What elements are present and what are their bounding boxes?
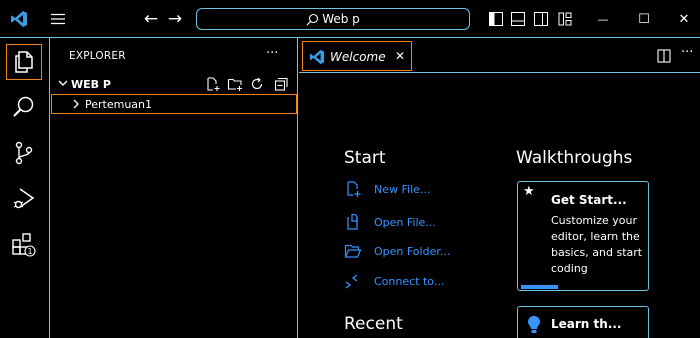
extensions-badge: 1: [27, 247, 32, 256]
run-debug-icon: [13, 188, 35, 209]
activity-run-debug-button[interactable]: [6, 181, 42, 217]
tab-label: Welcome: [330, 50, 386, 64]
explorer-sidebar: EXPLORER ··· WEB P Pertemuan1: [51, 38, 298, 338]
sidebar-more-actions[interactable]: ···: [266, 46, 278, 61]
new-folder-icon[interactable]: [227, 76, 243, 92]
open-file-link[interactable]: Open File...: [344, 211, 436, 233]
new-file-icon[interactable]: [205, 76, 221, 92]
command-center-text: Web p: [322, 12, 360, 26]
new-file-link-text: New File...: [374, 182, 431, 196]
walkthrough-progress-bar: [521, 285, 645, 289]
tab-welcome[interactable]: Welcome ✕: [302, 41, 412, 71]
connect-to-link[interactable]: Connect to...: [344, 270, 444, 292]
star-icon: ★: [523, 184, 535, 199]
maximize-window-icon[interactable]: ☐: [636, 0, 652, 38]
title-bar: ← → Web p — ☐ ✕: [0, 0, 700, 38]
vscode-logo-icon: [10, 0, 28, 38]
new-file-icon: [344, 179, 374, 199]
walkthrough-card-get-started[interactable]: ★ Get Start... Customize your editor, le…: [517, 181, 649, 291]
refresh-icon[interactable]: [249, 76, 265, 92]
open-file-link-text: Open File...: [374, 215, 436, 229]
walkthroughs-heading: Walkthroughs: [516, 148, 633, 168]
command-center-search[interactable]: Web p: [196, 8, 470, 30]
activity-source-control-button[interactable]: [6, 135, 42, 171]
activity-bar: 1: [0, 38, 50, 338]
hamburger-menu-icon[interactable]: [46, 0, 70, 38]
new-file-link[interactable]: New File...: [344, 178, 430, 200]
toggle-panel-icon[interactable]: [510, 11, 526, 27]
sidebar-title: EXPLORER: [69, 50, 126, 62]
walkthrough-title: Learn th...: [551, 317, 622, 331]
walkthrough-title: Get Start...: [551, 193, 627, 207]
activity-search-button[interactable]: [6, 89, 42, 125]
minimize-window-icon[interactable]: —: [595, 0, 611, 38]
activity-explorer-button[interactable]: [6, 44, 42, 80]
folder-header[interactable]: WEB P: [51, 74, 297, 94]
walkthrough-card-learn[interactable]: Learn th...: [517, 306, 649, 338]
welcome-page: Start New File... Open File... Open Fold…: [299, 74, 700, 338]
chevron-down-icon: [58, 80, 68, 86]
source-control-icon: [15, 141, 33, 165]
files-icon: [15, 51, 33, 73]
open-folder-link[interactable]: Open Folder...: [344, 240, 450, 262]
connect-to-link-text: Connect to...: [374, 274, 445, 288]
folder-name: WEB P: [71, 78, 111, 91]
remote-icon: [344, 271, 374, 291]
walkthrough-progress-fill: [521, 285, 559, 289]
start-heading: Start: [344, 148, 386, 168]
lightbulb-icon: [528, 316, 540, 333]
collapse-all-icon[interactable]: [273, 76, 289, 92]
open-folder-icon: [344, 241, 374, 261]
open-folder-link-text: Open Folder...: [374, 244, 451, 258]
split-editor-icon[interactable]: [657, 48, 671, 67]
chevron-right-icon: [73, 99, 79, 109]
editor-more-actions[interactable]: ···: [681, 45, 693, 60]
tree-item-folder[interactable]: Pertemuan1: [51, 94, 297, 114]
activity-extensions-button[interactable]: 1: [6, 227, 42, 263]
editor-tab-bar: Welcome ✕ ···: [299, 38, 700, 73]
close-tab-icon[interactable]: ✕: [395, 49, 405, 63]
toggle-secondary-sidebar-icon[interactable]: [533, 11, 549, 27]
recent-heading: Recent: [344, 314, 403, 334]
customize-layout-icon[interactable]: [557, 11, 573, 27]
search-icon: [306, 13, 319, 25]
extensions-icon: 1: [12, 233, 36, 257]
back-arrow-icon[interactable]: ←: [140, 0, 162, 38]
walkthrough-description: Customize your editor, learn the basics,…: [551, 214, 643, 275]
vscode-logo-icon: [309, 49, 325, 65]
tree-item-label: Pertemuan1: [85, 98, 153, 111]
close-window-icon[interactable]: ✕: [676, 0, 692, 38]
forward-arrow-icon[interactable]: →: [164, 0, 186, 38]
open-file-icon: [344, 212, 374, 232]
search-icon: [13, 96, 34, 117]
toggle-primary-sidebar-icon[interactable]: [488, 11, 504, 27]
